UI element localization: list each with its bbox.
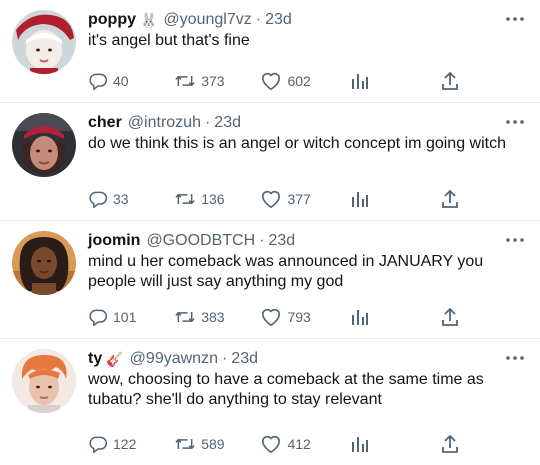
reply-button[interactable]: 122 [88, 434, 174, 454]
tweet-header: ty 🎸 @99yawnzn · 23d [88, 349, 526, 369]
share-icon [441, 189, 458, 208]
share-icon [441, 434, 458, 453]
avatar[interactable] [12, 231, 76, 295]
tweet-header: poppy 🐰 @youngl7vz · 23d [88, 10, 526, 30]
like-count: 793 [287, 309, 311, 325]
tweet-actions: 33 136 377 [88, 188, 480, 210]
like-count: 412 [287, 436, 311, 452]
tweet-text: do we think this is an angel or witch co… [88, 135, 506, 152]
tweet-text: wow, choosing to have a comeback at the … [88, 371, 484, 408]
like-count: 377 [287, 191, 311, 207]
avatar[interactable] [12, 113, 76, 177]
reply-button[interactable]: 40 [88, 71, 174, 91]
tweet-feed: poppy 🐰 @youngl7vz · 23d it's angel but … [0, 0, 540, 465]
retweet-button[interactable]: 589 [174, 434, 260, 454]
reply-count: 40 [113, 73, 129, 89]
timestamp[interactable]: 23d [214, 113, 241, 133]
reply-icon [89, 309, 108, 327]
user-handle[interactable]: @youngl7vz [163, 10, 251, 30]
more-options-icon[interactable] [504, 233, 526, 247]
bar-chart-icon [351, 74, 368, 89]
share-button[interactable] [441, 189, 480, 209]
like-button[interactable]: 793 [260, 307, 350, 327]
user-handle[interactable]: @introzuh [128, 113, 201, 133]
reply-button[interactable]: 33 [88, 189, 174, 209]
separator-dot: · [204, 114, 211, 131]
like-button[interactable]: 602 [260, 71, 350, 91]
reply-icon [89, 191, 108, 209]
display-name[interactable]: poppy [88, 10, 136, 30]
tweet[interactable]: joomin @GOODBTCH · 23d mind u her comeba… [0, 221, 540, 339]
heart-icon [262, 190, 281, 208]
separator-dot: · [255, 11, 262, 28]
reply-icon [89, 73, 108, 91]
bar-chart-icon [351, 310, 368, 325]
share-button[interactable] [441, 434, 480, 454]
display-name[interactable]: joomin [88, 231, 140, 251]
tweet[interactable]: cher @introzuh · 23d do we think this is… [0, 103, 540, 221]
reply-button[interactable]: 101 [88, 307, 174, 327]
retweet-button[interactable]: 136 [174, 189, 260, 209]
reply-count: 122 [113, 436, 137, 452]
reply-count: 33 [113, 191, 129, 207]
heart-icon [262, 308, 281, 326]
timestamp[interactable]: 23d [268, 231, 295, 251]
display-name[interactable]: cher [88, 113, 122, 133]
share-button[interactable] [441, 307, 480, 327]
avatar[interactable] [12, 349, 76, 413]
retweet-count: 136 [201, 191, 225, 207]
name-emoji: 🐰 [140, 12, 158, 28]
retweet-icon [175, 311, 195, 323]
tweet-text: mind u her comeback was announced in JAN… [88, 253, 484, 290]
retweet-icon [175, 438, 195, 450]
retweet-button[interactable]: 373 [174, 71, 260, 91]
timestamp[interactable]: 23d [231, 349, 258, 369]
retweet-icon [175, 75, 195, 87]
share-icon [441, 71, 458, 90]
retweet-count: 589 [201, 436, 225, 452]
retweet-icon [175, 193, 195, 205]
user-handle[interactable]: @GOODBTCH [146, 231, 255, 251]
retweet-count: 373 [201, 73, 225, 89]
analytics-button[interactable] [351, 72, 441, 90]
bar-chart-icon [351, 437, 368, 452]
like-count: 602 [287, 73, 311, 89]
tweet[interactable]: ty 🎸 @99yawnzn · 23d wow, choosing to ha… [0, 339, 540, 465]
user-handle[interactable]: @99yawnzn [130, 349, 218, 369]
tweet-header: cher @introzuh · 23d [88, 113, 526, 133]
name-emoji: 🎸 [106, 351, 124, 367]
reply-icon [89, 436, 108, 454]
analytics-button[interactable] [351, 190, 441, 208]
more-options-icon[interactable] [504, 351, 526, 365]
tweet-header: joomin @GOODBTCH · 23d [88, 231, 526, 251]
separator-dot: · [221, 350, 228, 367]
bar-chart-icon [351, 192, 368, 207]
avatar[interactable] [12, 10, 76, 74]
like-button[interactable]: 412 [260, 434, 350, 454]
reply-count: 101 [113, 309, 137, 325]
like-button[interactable]: 377 [260, 189, 350, 209]
heart-icon [262, 435, 281, 453]
timestamp[interactable]: 23d [265, 10, 292, 30]
tweet[interactable]: poppy 🐰 @youngl7vz · 23d it's angel but … [0, 0, 540, 103]
analytics-button[interactable] [351, 435, 441, 453]
heart-icon [262, 72, 281, 90]
share-icon [441, 307, 458, 326]
separator-dot: · [259, 232, 265, 249]
share-button[interactable] [441, 71, 480, 91]
retweet-button[interactable]: 383 [174, 307, 260, 327]
tweet-text: it's angel but that's fine [88, 32, 250, 49]
tweet-actions: 122 589 412 [88, 433, 480, 455]
tweet-actions: 101 383 793 [88, 306, 480, 328]
tweet-actions: 40 373 602 [88, 70, 480, 92]
more-options-icon[interactable] [504, 12, 526, 26]
more-options-icon[interactable] [504, 115, 526, 129]
display-name[interactable]: ty [88, 349, 102, 369]
retweet-count: 383 [201, 309, 225, 325]
analytics-button[interactable] [351, 308, 441, 326]
